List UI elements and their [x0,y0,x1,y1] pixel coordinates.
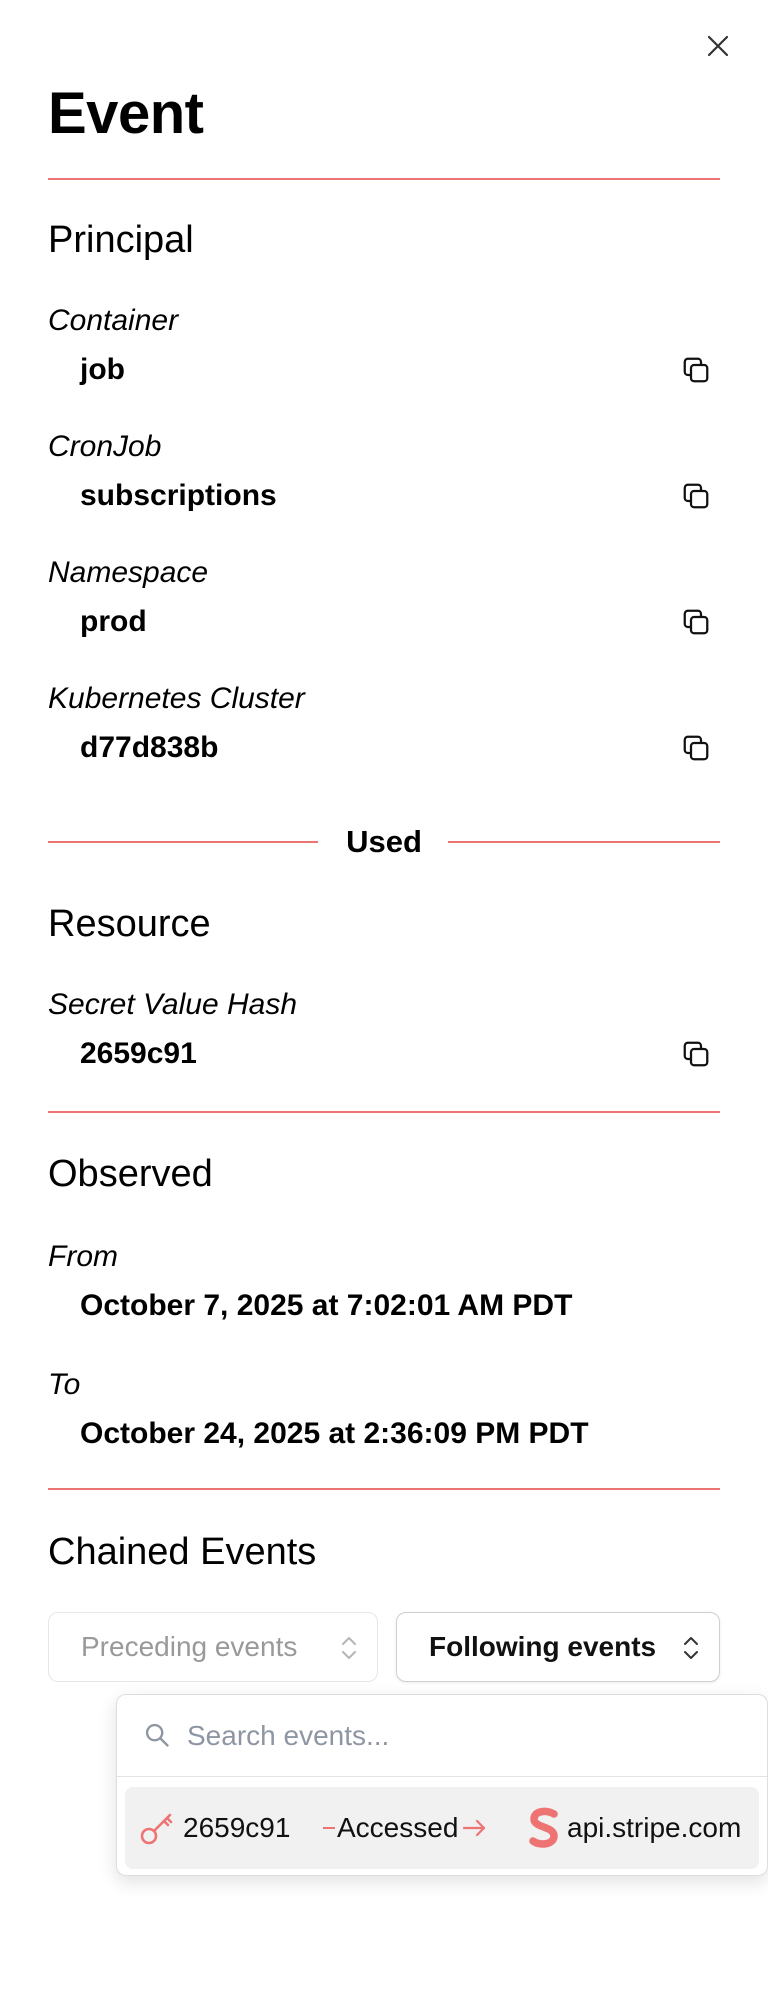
chevron-up-down-icon [684,1637,698,1659]
copy-icon [683,483,709,509]
copy-icon [683,1041,709,1067]
secret-hash-value: 2659c91 [80,1037,197,1070]
preceding-events-label: Preceding events [81,1631,298,1662]
copy-icon [683,609,709,635]
relation-divider-line-right [448,841,720,843]
title-divider [48,178,720,180]
cluster-label: Kubernetes Cluster [48,682,305,715]
key-icon [140,1813,173,1845]
relation-divider: Used [48,822,720,862]
resource-divider [48,1111,720,1113]
resource-section-title: Resource [48,903,211,945]
chained-event-source: 2659c91 [183,1812,291,1843]
following-events-select[interactable]: Following events [396,1612,720,1682]
copy-namespace-button[interactable] [676,602,716,642]
copy-cronjob-button[interactable] [676,476,716,516]
cluster-value: d77d838b [80,731,219,764]
chevron-up-down-icon [342,1637,356,1659]
namespace-label: Namespace [48,556,209,589]
copy-secret-hash-button[interactable] [676,1034,716,1074]
chained-section-title: Chained Events [48,1531,317,1573]
page-title: Event [48,81,204,146]
search-events-input[interactable] [187,1713,747,1759]
stripe-logo-icon [529,1807,558,1848]
close-button[interactable] [700,28,736,64]
copy-icon [683,357,709,383]
copy-cluster-button[interactable] [676,728,716,768]
observed-divider [48,1488,720,1490]
container-value: job [80,353,125,386]
copy-container-button[interactable] [676,350,716,390]
observed-section-title: Observed [48,1153,213,1195]
namespace-value: prod [80,605,147,638]
copy-icon [683,735,709,761]
secret-hash-label: Secret Value Hash [48,988,298,1021]
search-row [117,1695,767,1777]
following-events-dropdown: 2659c91 Accessed api.stripe.com [116,1694,768,1876]
observed-to-value: October 24, 2025 at 2:36:09 PM PDT [80,1417,589,1450]
chained-event-target: api.stripe.com [567,1812,742,1843]
close-icon [707,35,729,57]
observed-from-value: October 7, 2025 at 7:02:01 AM PDT [80,1289,573,1322]
observed-from-label: From [48,1240,118,1273]
principal-section-title: Principal [48,219,194,261]
preceding-events-select[interactable]: Preceding events [48,1612,378,1682]
cronjob-label: CronJob [48,430,162,463]
observed-to-label: To [48,1368,81,1401]
arrow-right-icon [463,1819,486,1837]
chained-event-item[interactable]: 2659c91 Accessed api.stripe.com [125,1787,759,1869]
arrow-tail [323,1827,335,1829]
following-events-label: Following events [429,1631,657,1662]
search-icon [145,1723,169,1747]
cronjob-value: subscriptions [80,479,277,512]
container-label: Container [48,304,179,337]
chained-event-action: Accessed [337,1812,459,1843]
